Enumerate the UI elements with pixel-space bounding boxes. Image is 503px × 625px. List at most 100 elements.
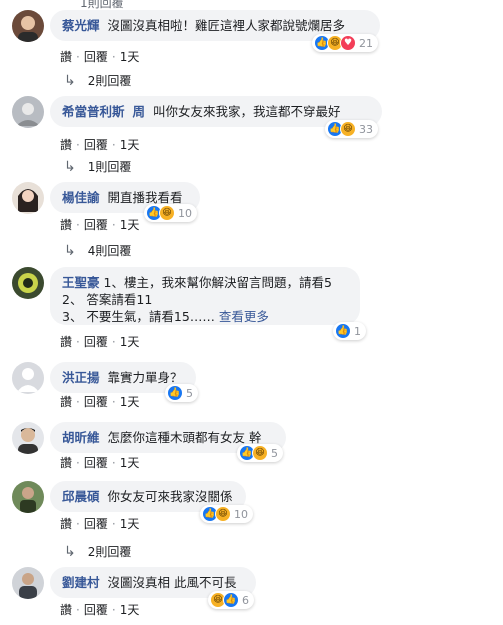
comment-text-line: 2、 答案請看11 [62,292,153,307]
comment-text: 沒圖沒真相啦！雞匠這裡人家都說號爛居多 [107,18,346,33]
separator: · [76,517,80,531]
view-replies-link[interactable]: ↳ 4則回覆 [64,242,131,259]
separator: · [76,335,80,349]
reaction-count: 1 [354,324,361,338]
reaction-count: 5 [186,386,193,400]
comment-author[interactable]: 洪正揚 [62,370,100,385]
reaction-summary[interactable]: 👍 😆 ♥ 21 [312,34,378,52]
comment-text: 叫你女友來我家，我這都不穿最好 [153,104,341,119]
haha-reaction-icon: 😆 [215,506,231,522]
timestamp[interactable]: 1天 [120,395,140,409]
comment-actions: 讚 · 回覆 · 1天 [60,601,139,618]
reply-link[interactable]: 回覆 [84,335,108,349]
like-link[interactable]: 讚 [60,456,72,470]
reply-link[interactable]: 回覆 [84,50,108,64]
reaction-summary[interactable]: 👍 😆 10 [144,204,197,222]
like-link[interactable]: 讚 [60,50,72,64]
view-replies-link[interactable]: ↳ 1則回覆 [64,158,131,175]
comment-actions: 讚 · 回覆 · 1天 [60,216,139,233]
reaction-count: 5 [271,446,278,460]
like-reaction-icon: 👍 [335,323,351,339]
comment-author[interactable]: 劉建村 [62,575,100,590]
timestamp[interactable]: 1天 [120,218,140,232]
avatar[interactable] [12,182,44,214]
like-link[interactable]: 讚 [60,335,72,349]
comment-author[interactable]: 希當普利斯 [62,104,125,119]
timestamp[interactable]: 1天 [120,603,140,617]
reply-link[interactable]: 回覆 [84,603,108,617]
separator: · [111,335,116,349]
separator: · [76,395,80,409]
comment-text: 開直播我看看 [107,190,183,205]
comment-text: 你女友可來我家沒關係 [107,489,233,504]
love-reaction-icon: ♥ [340,35,356,51]
comment-text-line: 1、樓主，我來幫你解決留言問題，請看5 [103,275,332,290]
comment-author[interactable]: 胡昕維 [62,430,100,445]
reaction-summary[interactable]: 👍 1 [333,322,366,340]
like-reaction-icon: 👍 [223,592,239,608]
separator: · [111,456,116,470]
like-link[interactable]: 讚 [60,603,72,617]
comment-text: 靠實力單身？ [107,370,183,385]
comment-author[interactable]: 楊佳諭 [62,190,100,205]
replies-count[interactable]: 4則回覆 [88,242,132,259]
replies-count[interactable]: 2則回覆 [88,72,132,89]
separator: · [76,50,80,64]
reply-link[interactable]: 回覆 [84,138,108,152]
reaction-summary[interactable]: 👍 😆 5 [237,444,283,462]
comment-actions: 讚 · 回覆 · 1天 [60,136,139,153]
comment-author[interactable]: 蔡光輝 [62,18,100,33]
like-link[interactable]: 讚 [60,395,72,409]
reaction-count: 33 [359,122,373,136]
comment-author-tag[interactable]: 周 [133,104,146,119]
reply-link[interactable]: 回覆 [84,517,108,531]
timestamp[interactable]: 1天 [120,138,140,152]
comment-author[interactable]: 邱晨碩 [62,489,100,504]
reaction-summary[interactable]: 👍 😆 10 [200,505,253,523]
comment-text-line: 3、 不要生氣，請看15…… [62,309,215,324]
replies-count[interactable]: 2則回覆 [88,543,132,560]
timestamp[interactable]: 1天 [120,456,140,470]
reply-arrow-icon: ↳ [64,158,76,175]
separator: · [76,603,80,617]
reaction-summary[interactable]: 😆 👍 6 [208,591,254,609]
avatar[interactable] [12,10,44,42]
comment-author[interactable]: 王聖豪 [62,275,100,290]
reaction-summary[interactable]: 👍 😆 33 [325,120,378,138]
avatar[interactable] [12,362,44,394]
comment-bubble: 王聖豪 1、樓主，我來幫你解決留言問題，請看5 2、 答案請看11 3、 不要生氣… [50,267,360,325]
reply-link[interactable]: 回覆 [84,218,108,232]
reaction-count: 21 [359,36,373,50]
separator: · [76,138,80,152]
like-link[interactable]: 讚 [60,138,72,152]
separator: · [111,50,116,64]
reply-link[interactable]: 回覆 [84,395,108,409]
avatar[interactable] [12,481,44,513]
comment-actions: 讚 · 回覆 · 1天 [60,393,139,410]
timestamp[interactable]: 1天 [120,335,140,349]
view-replies-link[interactable]: ↳ 2則回覆 [64,543,131,560]
avatar[interactable] [12,267,44,299]
avatar[interactable] [12,567,44,599]
like-link[interactable]: 讚 [60,218,72,232]
avatar[interactable] [12,96,44,128]
separator: · [111,218,116,232]
like-link[interactable]: 讚 [60,517,72,531]
replies-count[interactable]: 1則回覆 [88,158,132,175]
comment-actions: 讚 · 回覆 · 1天 [60,48,139,65]
see-more-link[interactable]: 查看更多 [219,309,269,324]
view-replies-link[interactable]: ↳ 2則回覆 [64,72,131,89]
timestamp[interactable]: 1天 [120,517,140,531]
haha-reaction-icon: 😆 [159,205,175,221]
reaction-summary[interactable]: 👍 5 [165,384,198,402]
reaction-count: 6 [242,593,249,607]
reply-link[interactable]: 回覆 [84,456,108,470]
avatar[interactable] [12,422,44,454]
separator: · [111,603,116,617]
timestamp[interactable]: 1天 [120,50,140,64]
separator: · [111,138,116,152]
haha-reaction-icon: 😆 [340,121,356,137]
comment-actions: 讚 · 回覆 · 1天 [60,454,139,471]
reply-arrow-icon: ↳ [64,242,76,259]
reply-arrow-icon: ↳ [64,72,76,89]
